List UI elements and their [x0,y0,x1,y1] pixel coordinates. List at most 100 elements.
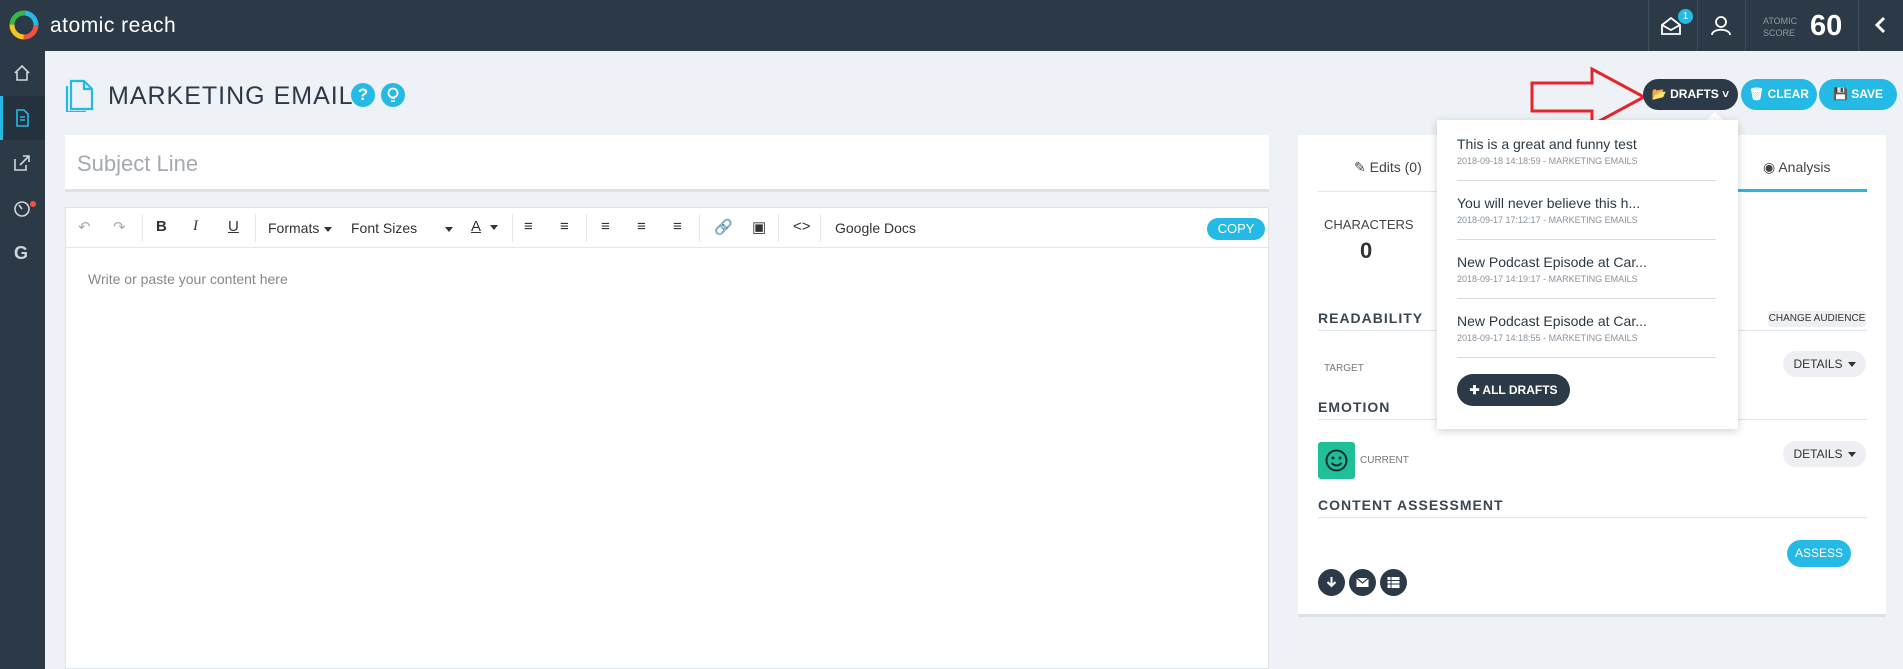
divider [820,214,821,242]
table-icon [1387,577,1400,588]
assess-button[interactable]: ASSESS [1787,540,1851,567]
characters-value: 0 [1360,238,1373,263]
smiley-icon [1318,442,1355,479]
draft-title: New Podcast Episode at Car... [1457,254,1647,270]
active-tab-indicator [1738,189,1867,192]
atomic-reach-logo[interactable] [8,9,40,41]
numbered-list-icon[interactable]: ≡ [560,218,569,238]
drafts-button[interactable]: 📂 DRAFTS ˅ [1643,79,1738,110]
align-center-icon[interactable]: ≡ [637,218,646,238]
lightbulb-icon [387,87,399,102]
draft-item[interactable]: New Podcast Episode at Car... 2018-09-17… [1457,299,1716,358]
divider [1858,0,1859,51]
divider [142,214,143,242]
draft-meta: 2018-09-17 14:18:55 - MARKETING EMAILS [1457,333,1638,343]
draft-meta: 2018-09-17 14:19:17 - MARKETING EMAILS [1457,274,1638,284]
tab-edits[interactable]: ✎ Edits (0) [1354,159,1422,176]
readability-details-button[interactable]: DETAILS [1783,351,1866,377]
link-icon[interactable]: 🔗 [714,218,733,238]
divider [1648,0,1649,51]
chevron-left-icon[interactable] [1870,14,1892,36]
divider [699,214,700,242]
sidebar-item-google[interactable]: G [0,231,45,275]
align-left-icon[interactable]: ≡ [601,218,610,238]
top-bar: atomic reach 1 ATOMIC SCORE 60 [0,0,1903,51]
help-icon[interactable]: ? [351,83,375,107]
download-icon [1326,577,1337,588]
divider [778,214,779,242]
editor-toolbar: ↶ ↷ B I U Formats Font Sizes A ≡ ≡ ≡ ≡ ≡… [66,208,1268,248]
content-editor[interactable]: ↶ ↷ B I U Formats Font Sizes A ≡ ≡ ≡ ≡ ≡… [65,207,1269,669]
folder-open-icon: 📂 [1651,87,1667,101]
draft-item[interactable]: This is a great and funny test 2018-09-1… [1457,122,1716,181]
divider [255,214,256,242]
current-label: CURRENT [1360,455,1409,466]
readability-heading: READABILITY [1318,310,1424,326]
download-icon[interactable] [1318,569,1345,596]
dashboard-icon [14,201,30,217]
italic-icon[interactable]: I [193,218,198,238]
google-docs-button[interactable]: Google Docs [835,220,916,236]
eye-icon: ◉ [1763,159,1776,175]
bullet-list-icon[interactable]: ≡ [524,218,533,238]
sidebar-item-documents[interactable] [0,96,45,140]
brand-name: atomic reach [50,14,177,37]
bold-icon[interactable]: B [156,218,167,238]
sidebar-item-share[interactable] [0,141,45,185]
annotation-arrow [1530,66,1648,128]
share-icon [14,155,30,171]
font-sizes-dropdown[interactable]: Font Sizes [351,220,454,236]
plus-icon: ✚ [1469,383,1480,397]
formats-dropdown[interactable]: Formats [268,220,333,236]
undo-icon[interactable]: ↶ [78,218,91,238]
content-assessment-heading: CONTENT ASSESSMENT [1318,497,1504,513]
trash-icon: 🗑 [1749,87,1765,101]
change-audience-button[interactable]: CHANGE AUDIENCE [1768,311,1866,327]
table-icon[interactable] [1380,569,1407,596]
draft-meta: 2018-09-18 14:18:59 - MARKETING EMAILS [1457,156,1638,166]
email-icon[interactable] [1349,569,1376,596]
draft-item[interactable]: You will never believe this h... 2018-09… [1457,181,1716,240]
subject-placeholder: Subject Line [77,151,199,176]
atomic-score-label: ATOMIC SCORE [1763,16,1798,38]
user-icon[interactable] [1708,13,1734,39]
underline-icon[interactable]: U [228,218,239,238]
redo-icon[interactable]: ↷ [113,218,126,238]
edit-icon: ✎ [1354,159,1366,175]
draft-meta: 2018-09-17 17:12:17 - MARKETING EMAILS [1457,215,1638,225]
atomic-score-value: 60 [1810,10,1843,42]
align-right-icon[interactable]: ≡ [673,218,682,238]
google-icon: G [14,243,29,263]
notification-badge: 1 [1678,9,1693,24]
draft-title: This is a great and funny test [1457,136,1637,152]
drafts-dropdown: This is a great and funny test 2018-09-1… [1437,120,1738,429]
target-label: TARGET [1324,363,1364,374]
emotion-details-button[interactable]: DETAILS [1783,441,1866,467]
emotion-heading: EMOTION [1318,399,1391,415]
draft-item[interactable]: New Podcast Episode at Car... 2018-09-17… [1457,240,1716,299]
subject-line-input[interactable]: Subject Line [65,135,1269,192]
text-color-icon[interactable]: A [471,218,499,238]
draft-title: You will never believe this h... [1457,195,1641,211]
clear-button[interactable]: 🗑 CLEAR [1741,79,1817,110]
divider [1318,517,1867,518]
sidebar-item-dashboard[interactable] [0,186,45,230]
sidebar-item-home[interactable] [0,51,45,95]
save-button[interactable]: 💾 SAVE [1819,79,1897,110]
characters-label: CHARACTERS [1324,217,1414,232]
copy-button[interactable]: COPY [1207,218,1265,240]
divider [512,214,513,242]
tab-analysis[interactable]: ◉ Analysis [1763,159,1830,176]
divider [1697,0,1698,51]
document-icon [65,79,94,112]
source-code-icon[interactable]: <> [793,218,811,238]
image-icon[interactable]: ▣ [752,218,766,238]
all-drafts-button[interactable]: ✚ ALL DRAFTS [1457,374,1570,406]
content-placeholder: Write or paste your content here [88,271,288,287]
home-icon [14,64,30,81]
divider [586,214,587,242]
page-title: MARKETING EMAILS [108,82,372,110]
lightbulb-icon[interactable] [381,83,405,107]
alert-dot [30,201,36,207]
divider [1745,0,1746,51]
